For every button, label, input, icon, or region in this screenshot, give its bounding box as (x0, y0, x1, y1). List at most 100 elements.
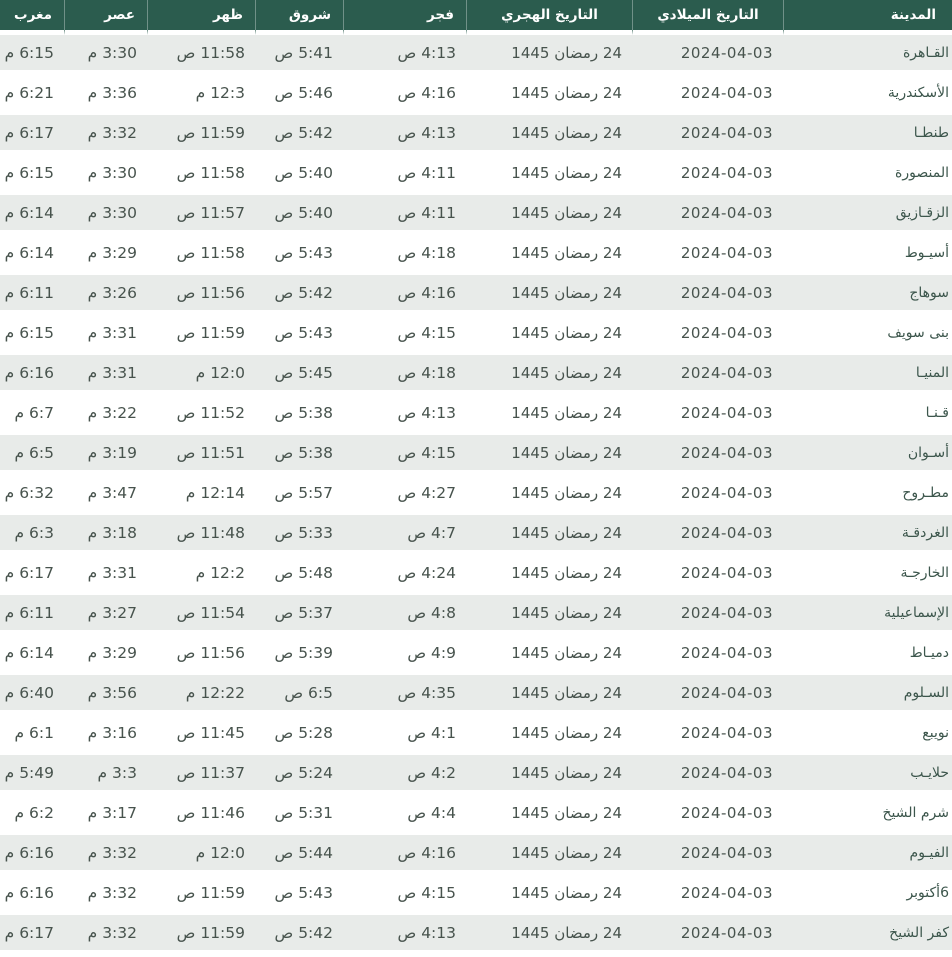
cell-city: مطـروح (783, 475, 952, 515)
cell-gregorian: 2024-04-03 (632, 115, 783, 155)
cell-maghrib: 6:16 م (0, 875, 64, 915)
cell-asr: 3:17 م (64, 795, 147, 835)
header-cell-dhuhr: ظهر (147, 0, 255, 35)
cell-asr: 3:18 م (64, 515, 147, 555)
cell-dhuhr: 12:0 م (147, 835, 255, 875)
cell-sunrise: 5:46 ص (255, 75, 343, 115)
cell-fajr: 4:16 ص (343, 275, 466, 315)
cell-sunrise: 6:5 ص (255, 675, 343, 715)
cell-fajr: 4:7 ص (343, 515, 466, 555)
cell-maghrib: 6:16 م (0, 835, 64, 875)
cell-hijri: 24 رمضان 1445 (466, 755, 632, 795)
cell-sunrise: 5:38 ص (255, 395, 343, 435)
cell-city: حلايـب (783, 755, 952, 795)
cell-city: القـاهرة (783, 35, 952, 75)
cell-gregorian: 2024-04-03 (632, 395, 783, 435)
cell-sunrise: 5:57 ص (255, 475, 343, 515)
cell-city: المنيـا (783, 355, 952, 395)
header-cell-sunrise: شروق (255, 0, 343, 35)
cell-dhuhr: 11:45 ص (147, 715, 255, 755)
cell-maghrib: 6:15 م (0, 315, 64, 355)
cell-fajr: 4:16 ص (343, 835, 466, 875)
cell-hijri: 24 رمضان 1445 (466, 115, 632, 155)
cell-hijri: 24 رمضان 1445 (466, 595, 632, 635)
cell-city: الخارجـة (783, 555, 952, 595)
cell-hijri: 24 رمضان 1445 (466, 555, 632, 595)
table-row: كفر الشيخ2024-04-0324 رمضان 14454:13 ص5:… (0, 915, 952, 955)
cell-dhuhr: 11:59 ص (147, 915, 255, 955)
cell-fajr: 4:9 ص (343, 635, 466, 675)
cell-hijri: 24 رمضان 1445 (466, 915, 632, 955)
cell-gregorian: 2024-04-03 (632, 875, 783, 915)
cell-maghrib: 6:17 م (0, 915, 64, 955)
cell-city: أسـوان (783, 435, 952, 475)
cell-hijri: 24 رمضان 1445 (466, 835, 632, 875)
cell-asr: 3:32 م (64, 875, 147, 915)
cell-maghrib: 6:32 م (0, 475, 64, 515)
cell-hijri: 24 رمضان 1445 (466, 475, 632, 515)
cell-hijri: 24 رمضان 1445 (466, 395, 632, 435)
cell-sunrise: 5:40 ص (255, 155, 343, 195)
cell-gregorian: 2024-04-03 (632, 515, 783, 555)
cell-fajr: 4:18 ص (343, 355, 466, 395)
cell-asr: 3:31 م (64, 315, 147, 355)
cell-dhuhr: 11:51 ص (147, 435, 255, 475)
cell-fajr: 4:16 ص (343, 75, 466, 115)
cell-dhuhr: 11:57 ص (147, 195, 255, 235)
cell-sunrise: 5:42 ص (255, 275, 343, 315)
table-row: نويبع2024-04-0324 رمضان 14454:1 ص5:28 ص1… (0, 715, 952, 755)
prayer-times-table: المدينة التاريخ الميلادي التاريخ الهجري … (0, 0, 952, 955)
cell-asr: 3:32 م (64, 835, 147, 875)
cell-asr: 3:29 م (64, 635, 147, 675)
cell-sunrise: 5:45 ص (255, 355, 343, 395)
cell-maghrib: 6:21 م (0, 75, 64, 115)
cell-maghrib: 6:7 م (0, 395, 64, 435)
header-cell-city: المدينة (783, 0, 952, 35)
cell-hijri: 24 رمضان 1445 (466, 315, 632, 355)
table-row: السـلوم2024-04-0324 رمضان 14454:35 ص6:5 … (0, 675, 952, 715)
cell-gregorian: 2024-04-03 (632, 915, 783, 955)
cell-sunrise: 5:43 ص (255, 235, 343, 275)
table-row: المنيـا2024-04-0324 رمضان 14454:18 ص5:45… (0, 355, 952, 395)
cell-maghrib: 5:49 م (0, 755, 64, 795)
table-row: بنى سويف2024-04-0324 رمضان 14454:15 ص5:4… (0, 315, 952, 355)
cell-dhuhr: 11:56 ص (147, 635, 255, 675)
cell-sunrise: 5:33 ص (255, 515, 343, 555)
cell-city: سوهاج (783, 275, 952, 315)
cell-fajr: 4:1 ص (343, 715, 466, 755)
cell-sunrise: 5:42 ص (255, 915, 343, 955)
cell-city: شرم الشيخ (783, 795, 952, 835)
cell-hijri: 24 رمضان 1445 (466, 635, 632, 675)
cell-gregorian: 2024-04-03 (632, 435, 783, 475)
table-body: القـاهرة2024-04-0324 رمضان 14454:13 ص5:4… (0, 35, 952, 955)
cell-asr: 3:32 م (64, 115, 147, 155)
cell-dhuhr: 12:3 م (147, 75, 255, 115)
cell-maghrib: 6:11 م (0, 595, 64, 635)
table-row: قـنـا2024-04-0324 رمضان 14454:13 ص5:38 ص… (0, 395, 952, 435)
cell-asr: 3:29 م (64, 235, 147, 275)
cell-city: الإسماعيلية (783, 595, 952, 635)
cell-sunrise: 5:37 ص (255, 595, 343, 635)
cell-hijri: 24 رمضان 1445 (466, 515, 632, 555)
cell-asr: 3:32 م (64, 915, 147, 955)
cell-maghrib: 6:14 م (0, 235, 64, 275)
cell-hijri: 24 رمضان 1445 (466, 195, 632, 235)
table-row: الخارجـة2024-04-0324 رمضان 14454:24 ص5:4… (0, 555, 952, 595)
table-row: 6أكتوبر2024-04-0324 رمضان 14454:15 ص5:43… (0, 875, 952, 915)
cell-asr: 3:47 م (64, 475, 147, 515)
cell-city: الغردقـة (783, 515, 952, 555)
header-cell-gregorian: التاريخ الميلادي (632, 0, 783, 35)
table-row: أسيـوط2024-04-0324 رمضان 14454:18 ص5:43 … (0, 235, 952, 275)
cell-hijri: 24 رمضان 1445 (466, 875, 632, 915)
cell-fajr: 4:15 ص (343, 435, 466, 475)
cell-dhuhr: 12:14 م (147, 475, 255, 515)
cell-city: أسيـوط (783, 235, 952, 275)
cell-maghrib: 6:17 م (0, 555, 64, 595)
table-row: شرم الشيخ2024-04-0324 رمضان 14454:4 ص5:3… (0, 795, 952, 835)
cell-sunrise: 5:43 ص (255, 315, 343, 355)
cell-asr: 3:16 م (64, 715, 147, 755)
cell-fajr: 4:13 ص (343, 115, 466, 155)
cell-gregorian: 2024-04-03 (632, 275, 783, 315)
cell-sunrise: 5:42 ص (255, 115, 343, 155)
cell-dhuhr: 11:59 ص (147, 115, 255, 155)
